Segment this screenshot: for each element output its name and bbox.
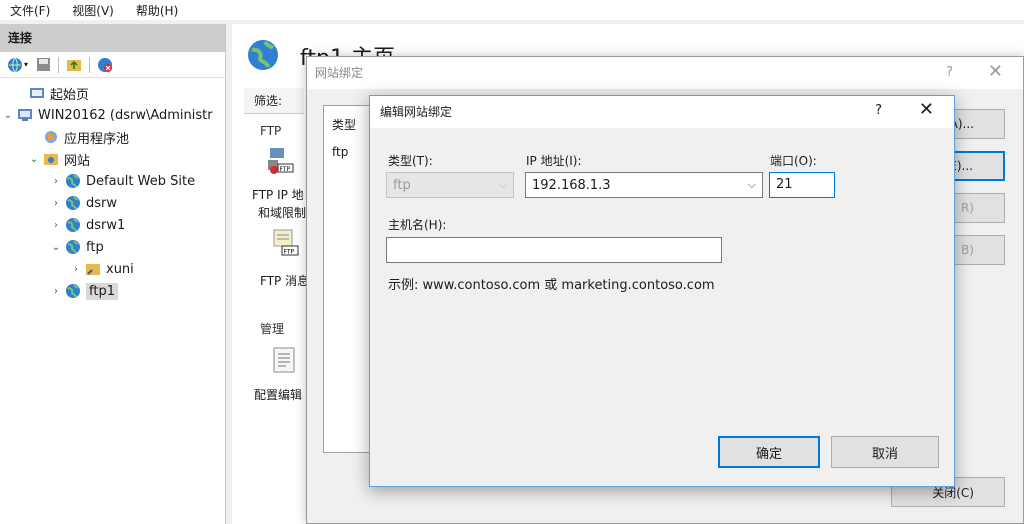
feature-ftp-ip-label: FTP IP 地: [252, 188, 304, 202]
chevron-down-icon[interactable]: ⌄: [2, 110, 14, 121]
config-editor-icon[interactable]: [272, 346, 300, 376]
menu-bar: 文件(F) 视图(V) 帮助(H): [0, 0, 1024, 20]
ip-address-value: 192.168.1.3: [532, 177, 611, 193]
menu-file[interactable]: 文件(F): [10, 2, 50, 19]
filter-label[interactable]: 筛选:: [244, 88, 304, 114]
section-manage: 管理: [260, 322, 285, 336]
type-label: 类型(T):: [388, 154, 433, 168]
cancel-button[interactable]: 取消: [831, 436, 939, 468]
site-bindings-title: 网站绑定: [307, 57, 1023, 89]
feature-ftp-ip-label-2: 和域限制: [258, 206, 307, 220]
edit-binding-title: 编辑网站绑定: [370, 96, 954, 128]
start-page-icon: [28, 85, 46, 101]
chevron-right-icon[interactable]: ›: [50, 176, 62, 187]
server-icon: [16, 107, 34, 123]
app-pool-icon: [42, 129, 60, 145]
tree-item-default-web-site[interactable]: › Default Web Site: [0, 170, 225, 192]
type-select[interactable]: ftp ⌵: [386, 172, 514, 198]
edit-binding-dialog: 编辑网站绑定 ? ✕ 类型(T): ftp ⌵ IP 地址(I): 192.16…: [369, 95, 955, 487]
sites-folder-icon: [42, 151, 60, 167]
connections-pane: 连接 ▾ 起始页 ⌄ WIN20162 (dsrw\Administr 应用程序…: [0, 24, 226, 524]
chevron-right-icon[interactable]: ›: [50, 220, 62, 231]
ftp-ip-restrictions-icon[interactable]: FTP: [266, 146, 294, 176]
tree-item-dsrw[interactable]: › dsrw: [0, 192, 225, 214]
disconnect-icon[interactable]: [96, 56, 114, 74]
chevron-down-icon: ⌵: [498, 178, 507, 191]
globe-icon: [64, 239, 82, 255]
svg-text:FTP: FTP: [280, 166, 291, 173]
help-button[interactable]: ?: [875, 103, 882, 118]
host-example-text: 示例: www.contoso.com 或 marketing.contoso.…: [388, 278, 715, 293]
chevron-down-icon[interactable]: ⌄: [28, 154, 40, 165]
help-button[interactable]: ?: [946, 65, 953, 80]
toolbar-separator: [89, 56, 91, 73]
tree-item-ftp1[interactable]: › ftp1: [0, 280, 225, 302]
connections-toolbar: ▾: [0, 52, 225, 78]
chevron-right-icon[interactable]: ›: [50, 286, 62, 297]
feature-ftp-messages-label: FTP 消息: [260, 274, 310, 288]
globe-icon: [64, 195, 82, 211]
feature-config-editor-label: 配置编辑: [254, 388, 303, 402]
up-folder-icon[interactable]: [65, 56, 83, 74]
close-icon[interactable]: ✕: [919, 99, 934, 120]
tree-item-app-pools[interactable]: 应用程序池: [0, 126, 225, 148]
tree-item-xuni[interactable]: › xuni: [0, 258, 225, 280]
host-label: 主机名(H):: [388, 218, 447, 232]
ip-address-select[interactable]: 192.168.1.3 ⌵: [525, 172, 763, 198]
chevron-right-icon[interactable]: ›: [70, 264, 82, 275]
globe-icon: [64, 217, 82, 233]
chevron-down-icon[interactable]: ⌵: [748, 178, 756, 192]
toolbar-separator: [58, 56, 60, 73]
tree-item-dsrw1[interactable]: › dsrw1: [0, 214, 225, 236]
ok-button[interactable]: 确定: [718, 436, 820, 468]
section-ftp: FTP: [260, 124, 282, 138]
tree-item-start-page[interactable]: 起始页: [0, 82, 225, 104]
globe-icon: [64, 173, 82, 189]
tree-item-sites[interactable]: ⌄ 网站: [0, 148, 225, 170]
port-label: 端口(O):: [770, 154, 817, 168]
type-select-value: ftp: [393, 177, 411, 193]
globe-icon: [64, 283, 82, 299]
connect-globe-icon[interactable]: [6, 56, 24, 74]
menu-help[interactable]: 帮助(H): [136, 2, 178, 19]
chevron-down-icon[interactable]: ⌄: [50, 242, 62, 253]
host-name-input[interactable]: [386, 237, 722, 263]
site-globe-icon: [246, 38, 280, 76]
connections-title: 连接: [0, 24, 225, 52]
ftp-messages-icon[interactable]: FTP: [272, 228, 300, 258]
ip-label: IP 地址(I):: [526, 154, 582, 168]
chevron-right-icon[interactable]: ›: [50, 198, 62, 209]
save-icon[interactable]: [34, 56, 52, 74]
dropdown-arrow-icon[interactable]: ▾: [24, 60, 28, 69]
virtual-directory-icon: [84, 261, 102, 277]
connections-tree: 起始页 ⌄ WIN20162 (dsrw\Administr 应用程序池 ⌄ 网…: [0, 78, 225, 302]
tree-item-server[interactable]: ⌄ WIN20162 (dsrw\Administr: [0, 104, 225, 126]
menu-view[interactable]: 视图(V): [72, 2, 114, 19]
port-input[interactable]: 21: [769, 172, 835, 198]
tree-item-ftp[interactable]: ⌄ ftp: [0, 236, 225, 258]
svg-text:FTP: FTP: [284, 249, 295, 256]
close-icon[interactable]: ✕: [988, 61, 1003, 82]
